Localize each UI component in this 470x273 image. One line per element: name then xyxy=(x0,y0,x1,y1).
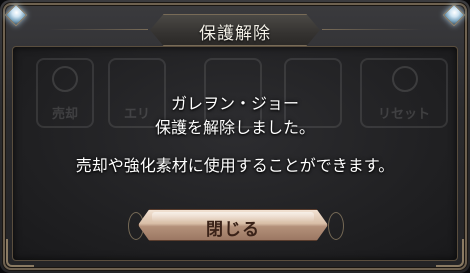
item-name: ガレヲン・ジョー xyxy=(170,94,299,113)
close-button-label: 閉じる xyxy=(206,220,260,240)
sell-icon xyxy=(52,66,78,92)
dialog-title: 保護解除 xyxy=(199,24,271,44)
button-ornament xyxy=(328,212,344,240)
reset-icon xyxy=(392,66,418,92)
protection-release-dialog: 保護解除 売却 エリ リセット ガレヲン・ジョー 保護を解除しました。 売却や強… xyxy=(0,0,470,273)
info-message: 売却や強化素材に使用することができます。 xyxy=(75,156,395,175)
status-message: 保護を解除しました。 xyxy=(154,118,315,137)
close-button[interactable]: 閉じる xyxy=(138,209,328,241)
